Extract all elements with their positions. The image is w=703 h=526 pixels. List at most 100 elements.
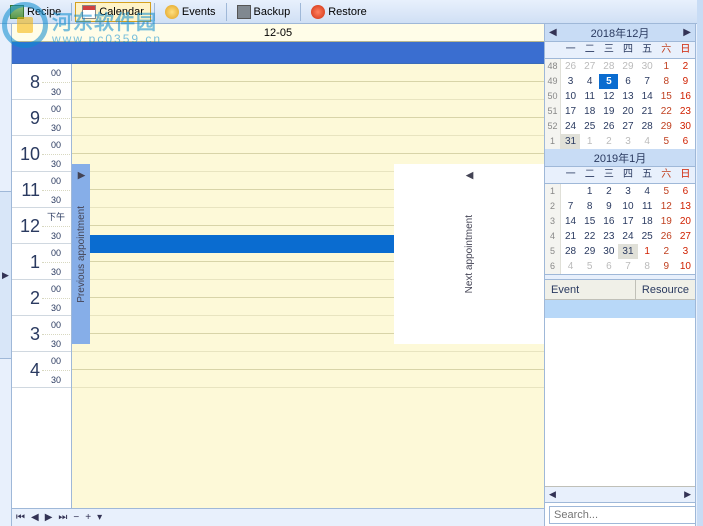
calendar-day[interactable]: 19 [657,214,676,229]
calendar-day[interactable]: 30 [599,244,618,259]
calendar-day[interactable]: 4 [638,134,657,149]
calendar-day[interactable]: 5 [580,259,599,274]
calendar-day[interactable]: 5 [657,134,676,149]
calendar-day[interactable]: 7 [561,199,580,214]
nav-minus-icon[interactable]: − [73,512,79,523]
date-title[interactable]: 12-05 [12,24,544,42]
appointment-column[interactable]: ◀ Previous appointment ▶ Next appointmen… [72,64,544,508]
schedule-grid[interactable]: 800309003010003011003012下午30100302003030… [12,64,544,508]
calendar-day[interactable]: 6 [599,259,618,274]
nav-goto-icon[interactable]: ▾ [97,512,102,523]
calendar-day[interactable]: 15 [580,214,599,229]
calendar-day[interactable]: 27 [618,119,637,134]
calendar-day[interactable]: 20 [676,214,695,229]
calendar-day[interactable]: 16 [599,214,618,229]
calendar-day[interactable]: 1 [657,59,676,74]
calendar-button[interactable]: Calendar [75,2,151,22]
calendar-day[interactable]: 4 [580,74,599,89]
backup-button[interactable]: Backup [230,2,298,22]
search-input[interactable] [549,506,701,524]
calendar-day[interactable]: 4 [561,259,580,274]
calendar-day[interactable]: 8 [580,199,599,214]
calendar-day[interactable]: 12 [599,89,618,104]
calendar-day[interactable]: 1 [580,184,599,199]
calendar-day[interactable]: 28 [638,119,657,134]
calendar-day[interactable]: 6 [676,134,695,149]
calendar-day[interactable]: 14 [561,214,580,229]
calendar-day[interactable]: 27 [676,229,695,244]
calendar-day[interactable]: 9 [599,199,618,214]
resource-column-header[interactable]: Resource [636,280,695,299]
cal-prev-icon[interactable]: ◀ [549,27,557,38]
calendar-day[interactable]: 17 [618,214,637,229]
calendar-day[interactable]: 15 [657,89,676,104]
calendar-day[interactable]: 3 [618,184,637,199]
calendar-day[interactable]: 29 [580,244,599,259]
nav-next-icon[interactable]: ▶ [45,512,53,523]
calendar-day[interactable]: 30 [676,119,695,134]
nav-last-icon[interactable]: ⏭ [58,512,67,523]
calendar-day[interactable]: 5 [599,74,618,89]
calendar-day[interactable]: 26 [561,59,580,74]
calendar-day[interactable]: 14 [638,89,657,104]
next-appointment-handle[interactable]: ▶ Next appointment [394,164,544,344]
calendar-day[interactable]: 29 [657,119,676,134]
calendar-day[interactable]: 21 [638,104,657,119]
calendar-day[interactable]: 21 [561,229,580,244]
calendar-day[interactable]: 1 [638,244,657,259]
calendar-day[interactable]: 2 [599,134,618,149]
calendar-day[interactable]: 25 [638,229,657,244]
calendar-day[interactable]: 18 [580,104,599,119]
calendar-day[interactable] [561,184,580,199]
calendar-day[interactable]: 23 [676,104,695,119]
calendar-day[interactable]: 3 [618,134,637,149]
cal-next-icon[interactable]: ▶ [683,27,691,38]
calendar-day[interactable]: 1 [580,134,599,149]
calendar-day[interactable]: 24 [618,229,637,244]
calendar-day[interactable]: 2 [676,59,695,74]
calendar-day[interactable]: 17 [561,104,580,119]
calendar-day[interactable]: 8 [638,259,657,274]
calendar-day[interactable]: 26 [599,119,618,134]
calendar-day[interactable]: 2 [657,244,676,259]
calendar-day[interactable]: 27 [580,59,599,74]
calendar-day[interactable]: 8 [657,74,676,89]
calendar-day[interactable]: 12 [657,199,676,214]
calendar-day[interactable]: 22 [580,229,599,244]
calendar-day[interactable]: 6 [676,184,695,199]
calendar-day[interactable]: 13 [618,89,637,104]
calendar-day[interactable]: 18 [638,214,657,229]
calendar-day[interactable]: 22 [657,104,676,119]
calendar-day[interactable]: 31 [618,244,637,259]
calendar-day[interactable]: 10 [561,89,580,104]
event-column-header[interactable]: Event [545,280,636,299]
calendar-day[interactable]: 5 [657,184,676,199]
calendar-day[interactable]: 30 [638,59,657,74]
restore-button[interactable]: Restore [304,2,374,22]
calendar-day[interactable]: 2 [599,184,618,199]
calendar-day[interactable]: 9 [657,259,676,274]
left-rail-toggle[interactable]: ▶ [0,191,11,360]
calendar-day[interactable]: 10 [676,259,695,274]
calendar-day[interactable]: 6 [618,74,637,89]
calendar-day[interactable]: 9 [676,74,695,89]
calendar-day[interactable]: 13 [676,199,695,214]
nav-plus-icon[interactable]: + [85,512,91,523]
calendar-day[interactable]: 28 [599,59,618,74]
calendar-day[interactable]: 23 [599,229,618,244]
calendar-day[interactable]: 31 [561,134,580,149]
calendar-day[interactable]: 20 [618,104,637,119]
calendar-day[interactable]: 11 [580,89,599,104]
previous-appointment-handle[interactable]: ◀ Previous appointment [72,164,90,344]
events-button[interactable]: Events [158,2,223,22]
calendar-day[interactable]: 24 [561,119,580,134]
scroll-right-icon[interactable]: ▶ [684,489,691,500]
scroll-left-icon[interactable]: ◀ [549,489,556,500]
calendar-day[interactable]: 3 [676,244,695,259]
event-scrollbar[interactable]: ◀▶ [545,486,695,502]
calendar-day[interactable]: 28 [561,244,580,259]
calendar-day[interactable]: 7 [638,74,657,89]
recipe-button[interactable]: Recipe [3,2,68,22]
calendar-day[interactable]: 7 [618,259,637,274]
calendar-day[interactable]: 4 [638,184,657,199]
